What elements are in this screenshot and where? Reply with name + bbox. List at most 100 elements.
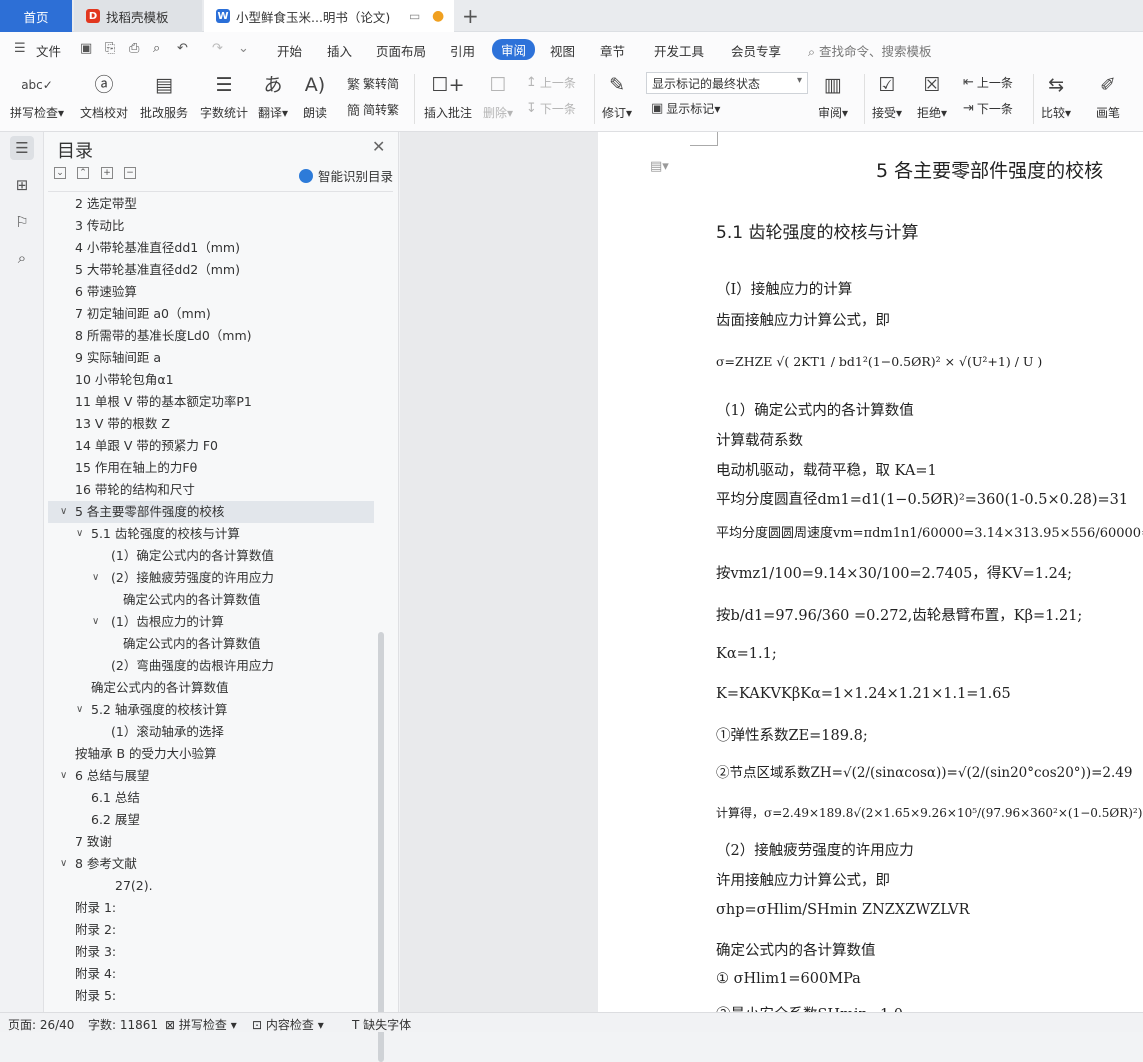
toc-item[interactable]: 附录 5: — [48, 985, 374, 1007]
menu-developer[interactable]: 开发工具 — [654, 41, 704, 60]
spell-check-status[interactable]: ⊠ 拼写检查 ▾ — [165, 1016, 237, 1033]
page-indicator[interactable]: 页面: 26/40 — [8, 1016, 74, 1033]
insert-comment-button[interactable]: ☐+ 插入批注 — [424, 70, 472, 121]
tab-templates[interactable]: D 找稻壳模板 — [74, 0, 202, 32]
toc-item[interactable]: ∨ 5.2 轴承强度的校核计算 — [48, 699, 374, 721]
toc-icon[interactable]: ☰ — [10, 136, 34, 160]
toc-item[interactable]: (1）滚动轴承的选择 — [48, 721, 374, 743]
document-page[interactable]: ▤▾ 5 各主要零部件强度的校核 5.1 齿轮强度的校核与计算 （Ⅰ）接触应力的… — [598, 132, 1143, 1012]
smart-toc-button[interactable]: 智能识别目录 — [299, 166, 393, 185]
toc-item[interactable]: 7 致谢 — [48, 831, 374, 853]
spell-check-button[interactable]: abc✓ 拼写检查▾ — [10, 70, 64, 121]
menu-home[interactable]: 开始 — [277, 41, 302, 60]
toc-item[interactable]: 确定公式内的各计算数值 — [48, 677, 374, 699]
toc-item[interactable]: (1）确定公式内的各计算数值 — [48, 545, 374, 567]
undo-icon[interactable]: ↶ — [177, 41, 193, 57]
toc-item[interactable]: 5 大带轮基准直径dd2（mm) — [48, 259, 374, 281]
paragraph-format-icon[interactable]: ▤▾ — [650, 159, 669, 174]
save-icon[interactable]: ▣ — [80, 41, 96, 57]
chevron-down-icon[interactable]: ∨ — [60, 853, 67, 875]
menu-chapter[interactable]: 章节 — [600, 41, 625, 60]
search-icon[interactable]: ⌕ — [10, 246, 34, 270]
toc-item[interactable]: 16 带轮的结构和尺寸 — [48, 479, 374, 501]
prev-change-button[interactable]: ⇤ 上一条 — [963, 74, 1013, 91]
menu-layout[interactable]: 页面布局 — [376, 41, 426, 60]
chevron-down-icon[interactable]: ∨ — [92, 567, 99, 589]
toc-item[interactable]: 确定公式内的各计算数值 — [48, 589, 374, 611]
toc-item-active[interactable]: ∨ 5 各主要零部件强度的校核 — [48, 501, 374, 523]
missing-font-status[interactable]: T 缺失字体 — [352, 1016, 411, 1033]
correction-service-button[interactable]: ▤ 批改服务 — [140, 70, 188, 121]
compare-button[interactable]: ⇆ 比较▾ — [1041, 70, 1071, 121]
trad-to-simp-button[interactable]: 繁繁转简 — [347, 74, 399, 93]
toc-item[interactable]: ∨ 5.1 齿轮强度的校核与计算 — [48, 523, 374, 545]
redo-icon[interactable]: ↷ — [212, 41, 228, 57]
toc-item[interactable]: 6.2 展望 — [48, 809, 374, 831]
menu-references[interactable]: 引用 — [450, 41, 475, 60]
hamburger-icon[interactable]: ☰ — [14, 41, 30, 57]
toc-item[interactable]: 9 实际轴间距 a — [48, 347, 374, 369]
pen-button[interactable]: ✐ 画笔 — [1096, 70, 1120, 121]
collapse-all-icon[interactable]: ⌄ — [54, 167, 66, 179]
command-search[interactable]: ⌕ 查找命令、搜索模板 — [808, 41, 932, 60]
reject-button[interactable]: ☒ 拒绝▾ — [917, 70, 947, 121]
tab-document[interactable]: W 小型鲜食玉米...明书（论文) ▭ ● — [204, 0, 454, 32]
toc-item[interactable]: 7 初定轴间距 a0（mm) — [48, 303, 374, 325]
print-icon[interactable]: ⎙ — [129, 41, 145, 57]
review-pane-button[interactable]: ▥ 审阅▾ — [818, 70, 848, 121]
translate-button[interactable]: あ翻译▾ — [258, 70, 288, 121]
toc-item[interactable]: 3 传动比 — [48, 215, 374, 237]
toc-item[interactable]: 13 V 带的根数 Z — [48, 413, 374, 435]
simp-to-trad-button[interactable]: 簡简转繁 — [347, 100, 399, 119]
chapter-nav-icon[interactable]: ⊞ — [10, 173, 34, 197]
show-markup-button[interactable]: ▣ 显示标记 ▾ — [651, 100, 720, 117]
menu-file[interactable]: 文件 — [36, 41, 61, 60]
toc-item[interactable]: 2 选定带型 — [48, 193, 374, 215]
toc-item[interactable]: 10 小带轮包角α1 — [48, 369, 374, 391]
toc-item[interactable]: ∨ 8 参考文献 — [48, 853, 374, 875]
menu-view[interactable]: 视图 — [550, 41, 575, 60]
toc-item[interactable]: 附录 2: — [48, 919, 374, 941]
export-icon[interactable]: ⎘ — [105, 41, 121, 57]
add-heading-icon[interactable]: + — [101, 167, 113, 179]
track-changes-button[interactable]: ✎ 修订▾ — [602, 70, 632, 121]
toc-item[interactable]: 附录 3: — [48, 941, 374, 963]
toc-item[interactable]: 8 所需带的基准长度Ld0（mm) — [48, 325, 374, 347]
toc-item[interactable]: ∨ 6 总结与展望 — [48, 765, 374, 787]
chevron-down-icon[interactable]: ∨ — [60, 501, 67, 523]
toc-item[interactable]: ∨ (2）接触疲劳强度的许用应力 — [48, 567, 374, 589]
toc-item[interactable]: 4 小带轮基准直径dd1（mm) — [48, 237, 374, 259]
more-chevron-icon[interactable]: ⌄ — [238, 41, 254, 57]
toc-item[interactable]: 确定公式内的各计算数值 — [48, 633, 374, 655]
next-comment-button[interactable]: ↧ 下一条 — [526, 100, 576, 117]
content-check-status[interactable]: ⊡ 内容检查 ▾ — [252, 1016, 324, 1033]
menu-review[interactable]: 审阅 — [492, 39, 536, 60]
new-tab-plus-icon[interactable]: + — [462, 4, 479, 28]
delete-comment-button[interactable]: ☐ 删除▾ — [483, 70, 513, 121]
toc-item[interactable]: ∨ (1）齿根应力的计算 — [48, 611, 374, 633]
word-count-button[interactable]: ☰ 字数统计 — [200, 70, 248, 121]
toc-item[interactable]: 附录 1: — [48, 897, 374, 919]
tab-home[interactable]: 首页 — [0, 0, 72, 32]
toc-item[interactable]: 6 带速验算 — [48, 281, 374, 303]
next-change-button[interactable]: ⇥ 下一条 — [963, 100, 1013, 117]
toc-scrollbar[interactable] — [378, 632, 384, 1062]
window-icon[interactable]: ▭ — [409, 9, 420, 23]
toc-item[interactable]: (2）弯曲强度的齿根许用应力 — [48, 655, 374, 677]
expand-icon[interactable]: ⌃ — [77, 167, 89, 179]
proofread-button[interactable]: ⓐ 文档校对 — [80, 70, 128, 121]
menu-membership[interactable]: 会员专享 — [731, 41, 781, 60]
toc-item[interactable]: 15 作用在轴上的力Fθ — [48, 457, 374, 479]
chevron-down-icon[interactable]: ∨ — [92, 611, 99, 633]
toc-item[interactable]: 附录 4: — [48, 963, 374, 985]
toc-item[interactable]: 6.1 总结 — [48, 787, 374, 809]
chevron-down-icon[interactable]: ∨ — [60, 765, 67, 787]
bookmark-icon[interactable]: ⚐ — [10, 210, 34, 234]
markup-state-select[interactable]: 显示标记的最终状态 — [646, 72, 808, 94]
toc-item[interactable]: 11 单根 V 带的基本额定功率P1 — [48, 391, 374, 413]
accept-button[interactable]: ☑ 接受▾ — [872, 70, 902, 121]
prev-comment-button[interactable]: ↥ 上一条 — [526, 74, 576, 91]
print-preview-icon[interactable]: ⌕ — [153, 41, 169, 57]
toc-item[interactable]: 27(2). — [48, 875, 374, 897]
read-aloud-button[interactable]: A) 朗读 — [303, 70, 327, 121]
